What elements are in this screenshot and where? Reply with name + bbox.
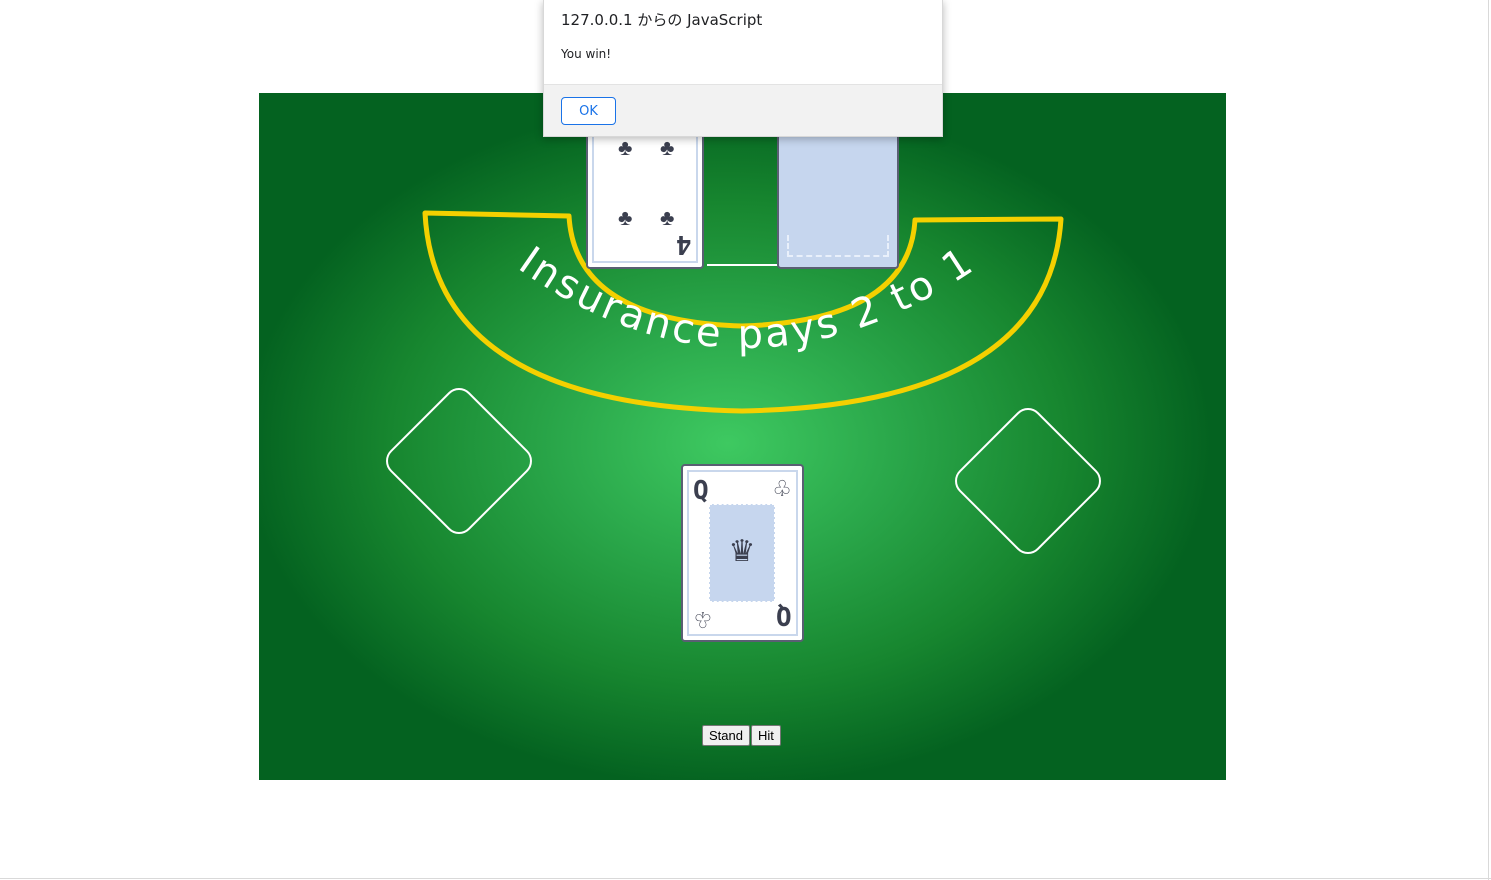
dialog-title: 127.0.0.1 からの JavaScript [561,11,763,29]
club-icon: ♧ [772,476,792,501]
stand-button[interactable]: Stand [702,725,750,746]
insurance-band [422,210,1064,414]
betting-spot-left [386,388,532,534]
queen-face: ♛ [709,504,775,602]
ok-button[interactable]: OK [561,97,616,125]
insurance-text: Insurance pays 2 to 1 [511,238,983,358]
page-right-border [1488,0,1489,880]
blackjack-table: Insurance pays 2 to 1 ♣ ♣ ♣ ♣ 4 Q ♧ ♛ ♧ … [259,93,1226,780]
club-icon: ♣ [618,135,633,160]
club-icon: ♣ [660,205,675,230]
dialog-footer: OK [544,84,942,136]
alert-dialog: 127.0.0.1 からの JavaScript You win! OK [543,0,943,137]
club-icon: ♣ [618,205,633,230]
hit-button[interactable]: Hit [750,725,781,746]
club-icon: ♣ [660,135,675,160]
dialog-message: You win! [561,47,612,61]
card-rank: Q [776,600,792,630]
betting-spot-right [955,408,1101,554]
table-markings: Insurance pays 2 to 1 [386,210,1101,554]
card-rank: 4 [676,229,692,259]
game-controls: Stand Hit [702,725,782,746]
player-card: Q ♧ ♛ ♧ Q [681,464,804,642]
crown-icon: ♛ [728,535,756,568]
club-icon: ♧ [693,607,713,632]
card-back-pattern [787,235,889,257]
page-bottom-border [0,878,1491,879]
card-rank: Q [693,476,709,506]
